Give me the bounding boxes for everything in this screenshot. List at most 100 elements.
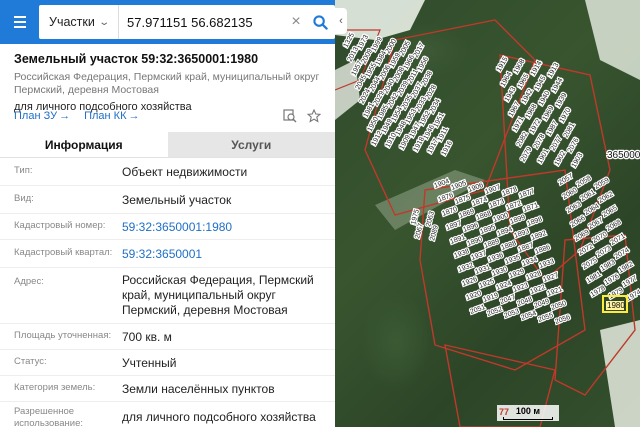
parcel-number-label: 1943 (504, 86, 518, 103)
plan-kk-link[interactable]: План КК → (84, 110, 139, 126)
plan-zu-label: План ЗУ (14, 110, 58, 122)
field-label: Статус: (14, 356, 47, 367)
parcel-number-label: 1874 (471, 196, 488, 208)
tab-info[interactable]: Информация (0, 132, 168, 157)
plan-links: План ЗУ → План КК → (14, 110, 139, 126)
parcel-number-label: 1945 (534, 75, 548, 92)
menu-icon[interactable] (0, 0, 39, 44)
parcel-number-label: 2064 (584, 203, 601, 217)
parcel-number-label: 1891 (449, 234, 466, 246)
search-icon (312, 14, 328, 30)
tab-services[interactable]: Услуги (167, 132, 335, 157)
parcel-number-label: 1983 (600, 259, 617, 273)
parcel-number-label: 1899 (509, 214, 526, 226)
parcel-number-label: 2048 (516, 296, 533, 308)
parcel-number-label: 2061 (580, 189, 597, 203)
arrow-right-icon: → (59, 110, 71, 122)
field-label: Разрешенное использование: (14, 406, 84, 427)
field-value: Объект недвижимости (122, 165, 248, 179)
parcel-number-label: 2056 (554, 314, 571, 326)
cadastral-quarter-link[interactable]: 59:32:3650001 (122, 247, 322, 267)
page-title: Земельный участок 59:32:3650001:1980 (14, 52, 259, 66)
parcel-number-label: 1892 (530, 230, 547, 242)
parcel-number-label: 2060 (562, 187, 579, 201)
parcel-number-label: 1902 (554, 150, 568, 167)
parcel-number-label: 1967 (508, 101, 522, 118)
field-label: Площадь уточненная: (14, 330, 112, 341)
parcel-number-label: 1987 (546, 120, 560, 137)
field-row-area: Площадь уточненная: 700 кв. м (0, 324, 335, 350)
plan-zu-link[interactable]: План ЗУ → (14, 110, 70, 126)
search-input[interactable] (119, 5, 287, 39)
clear-icon[interactable]: × (287, 13, 305, 31)
parcel-number-label: 1913 (547, 62, 561, 79)
parcel-number-label: 2059 (594, 177, 611, 191)
tab-bar: Информация Услуги (0, 132, 335, 158)
parcel-number-label: 1927 (542, 272, 559, 284)
parcel-number-label: 2069 (574, 229, 591, 243)
parcel-number-label: 1931 (474, 264, 491, 276)
parcel-number-label: 2047 (499, 294, 516, 306)
map-scale: 100 м (503, 406, 553, 420)
quarter-label: 365000 (607, 150, 640, 161)
parcel-number-label: 2070 (592, 231, 609, 245)
parcel-number-label: 2072 (578, 243, 595, 257)
parcel-number-label: 2055 (537, 312, 554, 324)
parcel-address-short: Российская Федерация, Пермский край, мун… (14, 71, 320, 96)
parcel-number-label: 1965 (517, 73, 531, 90)
parcel-number-label: 2071 (610, 233, 627, 247)
parcel-number-label: 1926 (461, 276, 478, 288)
parcel-number-label: 1944 (551, 77, 565, 94)
field-value: Учтенный (122, 356, 177, 370)
field-row-land-category: Категория земель: Земли населённых пункт… (0, 376, 335, 402)
parcel-number-label: 2062 (598, 191, 615, 205)
parcel-number-label: 1937 (470, 250, 487, 262)
parcel-number-label: 2076 (567, 137, 581, 154)
star-icon[interactable] (307, 109, 321, 123)
parcel-number-label: 1915 (496, 56, 510, 73)
field-value: 700 кв. м (122, 330, 172, 344)
field-row-kind: Вид: Земельный участок (0, 186, 335, 214)
field-label: Тип: (14, 165, 33, 176)
parcel-header: Земельный участок 59:32:3650001:1980 Рос… (0, 44, 335, 115)
search-button[interactable] (305, 5, 335, 39)
parcel-number-label: 2066 (570, 215, 587, 229)
parcel-number-label: 1897 (445, 220, 462, 232)
parcel-number-label: 1933 (538, 258, 555, 270)
field-value: для личного подсобного хозяйства (122, 410, 316, 424)
field-row-type: Тип: Объект недвижимости (0, 158, 335, 186)
parcel-number-label: 1890 (466, 236, 483, 248)
parcel-number-label: 2079 (520, 146, 534, 163)
parcel-number-label: 2050 (550, 300, 567, 312)
parcel-number-label: 1889 (483, 238, 500, 250)
parcel-number-label: 1938 (453, 248, 470, 260)
collapse-panel-button[interactable]: ‹ (335, 8, 347, 34)
parcel-number-label: 1935 (504, 254, 521, 266)
search-bar: Участки ⌄ × (0, 0, 335, 44)
parcel-number-label: 1928 (525, 270, 542, 282)
parcel-number-label: 1932 (457, 262, 474, 274)
measure-search-icon[interactable] (283, 109, 297, 123)
parcel-number-label: 2075 (582, 257, 599, 271)
parcel-number-label: 2058 (576, 175, 593, 189)
cadastral-number-link[interactable]: 59:32:3650001:1980 (122, 220, 322, 239)
cadastral-map-layer[interactable]: 1325 1973 1999 2000 2005 20172013 2009 1984 1959… (335, 0, 640, 427)
parcel-number-label: 1901 (537, 148, 551, 165)
parcel-number-label: 2057 (558, 173, 575, 187)
parcel-number-label: 1969 (542, 105, 556, 122)
parcel-number-label: 1940 (538, 90, 552, 107)
parcel-number-label: 1939 (555, 92, 569, 109)
parcel-number-label: 2053 (503, 308, 520, 320)
parcel-number-label: 1970 (559, 107, 573, 124)
parcel-number-label: 1923 (512, 282, 529, 294)
parcel-number-label: 1979 (608, 287, 625, 301)
parcel-number-label: 1919 (482, 292, 499, 304)
field-value: Российская Федерация, Пермский край, мун… (122, 273, 314, 317)
parcel-number-label: 1898 (526, 216, 543, 228)
field-row-cadastral-quarter: Кадастровый квартал: 59:32:3650001 (0, 240, 335, 268)
parcel-number-label: 1896 (462, 222, 479, 234)
parcel-number-label: 2073 (596, 245, 613, 259)
parcel-number-label: 2077 (550, 135, 564, 152)
search-type-select[interactable]: Участки ⌄ (39, 5, 119, 39)
map-view[interactable]: 1325 1973 1999 2000 2005 2017 2013 2009 1984 1959… (335, 0, 640, 427)
